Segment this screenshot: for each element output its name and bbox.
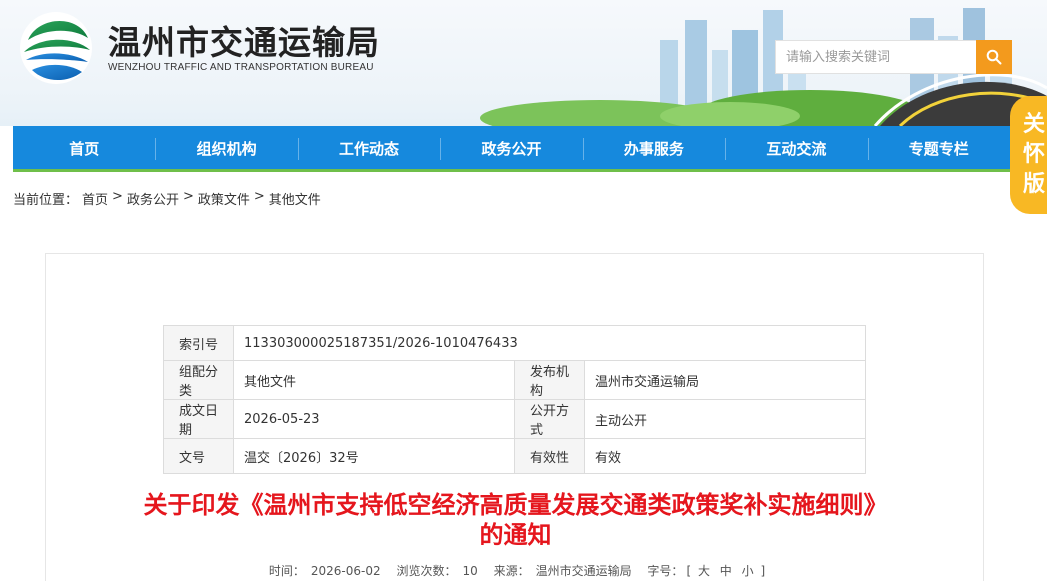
source-value: 温州市交通运输局 [535, 564, 632, 578]
index-value: 113303000025187351/2026-1010476433 [233, 325, 866, 361]
care-version-button[interactable]: 关 怀 版 [1010, 96, 1047, 214]
nav-item-services[interactable]: 办事服务 [582, 126, 725, 169]
content-panel: 索引号 113303000025187351/2026-1010476433 组… [45, 253, 984, 581]
nav-item-topics[interactable]: 专题专栏 [867, 126, 1010, 169]
search-input[interactable] [776, 41, 976, 73]
document-title: 关于印发《温州市支持低空经济高质量发展交通类政策奖补实施细则》 的通知 [46, 490, 985, 550]
doc-number-label: 文号 [163, 438, 234, 474]
font-size-label: 字号： [647, 564, 684, 578]
publisher-value: 温州市交通运输局 [584, 360, 866, 400]
breadcrumb-separator: > [112, 189, 123, 204]
font-size-small-button[interactable]: 小 [742, 564, 754, 578]
time-label: 时间： [268, 564, 305, 578]
validity-value: 有效 [584, 438, 866, 474]
index-label: 索引号 [163, 325, 234, 361]
document-info-bar: 时间： 2026-06-02 浏览次数： 10 来源： 温州市交通运输局 字号：[ 大… [268, 564, 766, 578]
table-row: 成文日期 2026-05-23 公开方式 主动公开 [163, 399, 866, 439]
search-icon [986, 49, 1002, 65]
main-nav: 首页 组织机构 工作动态 政务公开 办事服务 互动交流 专题专栏 [13, 126, 1010, 172]
care-badge-char: 怀 [1022, 142, 1045, 167]
bureau-logo[interactable] [18, 10, 94, 86]
public-method-label: 公开方式 [514, 399, 585, 439]
breadcrumb-prefix: 当前位置： [13, 193, 79, 208]
document-title-line2: 的通知 [479, 521, 552, 549]
table-row: 文号 温交〔2026〕32号 有效性 有效 [163, 438, 866, 474]
public-method-value: 主动公开 [584, 399, 866, 439]
nav-item-government-affairs[interactable]: 政务公开 [440, 126, 582, 169]
breadcrumb: 当前位置： 首页 > 政务公开 > 政策文件 > 其他文件 [13, 189, 321, 208]
date-label: 成文日期 [163, 399, 234, 439]
font-size-large-button[interactable]: 大 [698, 564, 710, 578]
font-size-medium-button[interactable]: 中 [720, 564, 732, 578]
breadcrumb-policy-files[interactable]: 政策文件 [198, 189, 250, 208]
search-button[interactable] [976, 40, 1012, 74]
breadcrumb-home[interactable]: 首页 [82, 189, 108, 208]
nav-item-interaction[interactable]: 互动交流 [725, 126, 867, 169]
document-meta-table: 索引号 113303000025187351/2026-1010476433 组… [163, 325, 866, 474]
date-value: 2026-05-23 [233, 399, 515, 439]
nav-item-news[interactable]: 工作动态 [297, 126, 440, 169]
views-value: 10 [462, 564, 478, 578]
validity-label: 有效性 [514, 438, 585, 474]
publisher-label: 发布机构 [514, 360, 585, 400]
nav-item-home[interactable]: 首页 [13, 126, 155, 169]
nav-item-organization[interactable]: 组织机构 [155, 126, 297, 169]
table-row: 索引号 113303000025187351/2026-1010476433 [163, 325, 866, 361]
table-row: 组配分类 其他文件 发布机构 温州市交通运输局 [163, 360, 866, 400]
site-subtitle: WENZHOU TRAFFIC AND TRANSPORTATION BUREA… [108, 62, 374, 73]
breadcrumb-government-affairs[interactable]: 政务公开 [127, 189, 179, 208]
care-badge-char: 版 [1022, 172, 1045, 197]
site-title: 温州市交通运输局 [108, 23, 380, 62]
search-box [775, 40, 1012, 74]
breadcrumb-separator: > [253, 189, 265, 204]
care-badge-char: 关 [1022, 112, 1045, 137]
source-label: 来源： [493, 564, 530, 578]
site-header: 温州市交通运输局 WENZHOU TRAFFIC AND TRANSPORTAT… [0, 0, 1047, 126]
document-title-line1: 关于印发《温州市支持低空经济高质量发展交通类政策奖补实施细则》 [143, 491, 888, 519]
category-value: 其他文件 [233, 360, 515, 400]
breadcrumb-separator: > [182, 189, 194, 204]
time-value: 2026-06-02 [310, 564, 381, 578]
breadcrumb-other-files[interactable]: 其他文件 [269, 189, 321, 208]
doc-number-value: 温交〔2026〕32号 [233, 438, 515, 474]
views-label: 浏览次数： [396, 564, 457, 578]
category-label: 组配分类 [163, 360, 234, 400]
